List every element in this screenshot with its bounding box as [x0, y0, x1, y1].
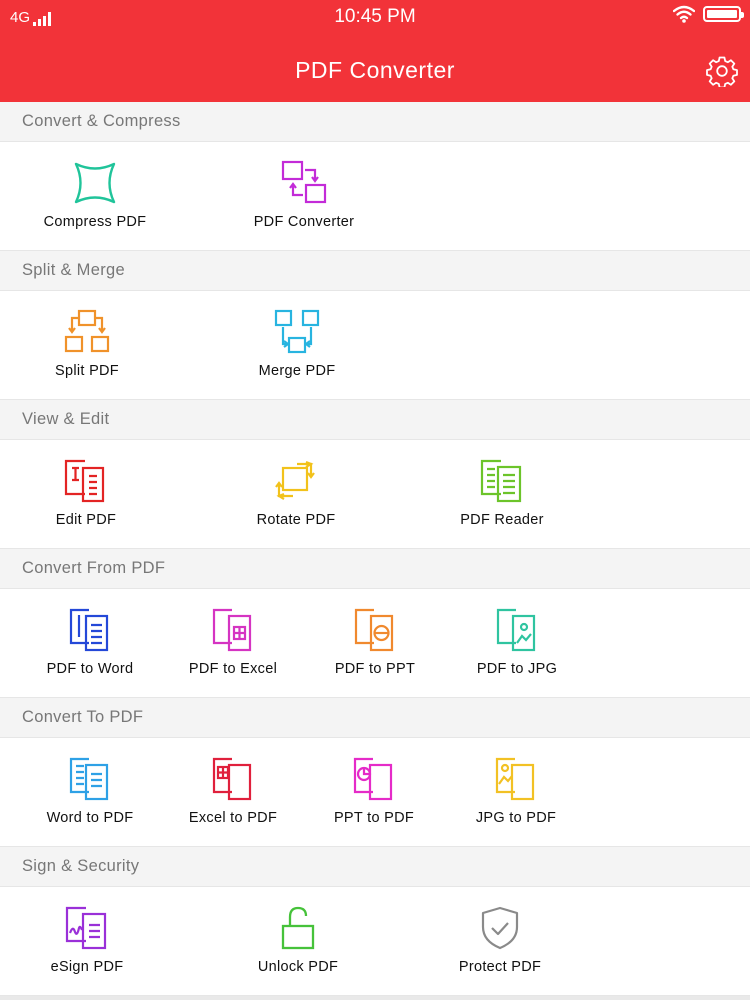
esign-pdf-tile[interactable]: eSign PDF — [12, 887, 162, 996]
edit-icon — [64, 459, 105, 503]
tool-sections: Convert & Compress Compress PDF PDF Conv… — [0, 102, 750, 996]
battery-icon — [703, 6, 744, 22]
unlock-pdf-tile[interactable]: Unlock PDF — [223, 887, 373, 996]
gear-icon — [706, 56, 738, 89]
tool-label: Unlock PDF — [257, 959, 339, 975]
tool-label: Rotate PDF — [256, 512, 336, 528]
excel-doc-icon — [212, 757, 252, 801]
excel-doc-icon — [212, 608, 252, 652]
section-header-convert-from-pdf: Convert From PDF — [0, 549, 750, 589]
app-header: 4G 10:45 PM PDF Converter — [0, 0, 750, 102]
tool-label: PDF to JPG — [476, 661, 558, 677]
status-time: 10:45 PM — [334, 6, 416, 27]
unlock-icon — [281, 906, 315, 950]
edit-pdf-tile[interactable]: Edit PDF — [11, 440, 161, 549]
word-doc-icon — [69, 757, 109, 801]
compress-icon — [74, 162, 116, 204]
ppt-doc-icon — [354, 608, 394, 652]
pdf-to-ppt-tile[interactable]: PDF to PPT — [300, 589, 450, 698]
ppt-to-pdf-tile[interactable]: PPT to PDF — [299, 738, 449, 847]
split-pdf-tile[interactable]: Split PDF — [12, 291, 162, 400]
rotate-pdf-tile[interactable]: Rotate PDF — [221, 440, 371, 549]
tool-label: Edit PDF — [55, 512, 117, 528]
word-to-pdf-tile[interactable]: Word to PDF — [15, 738, 165, 847]
section-sign-security: eSign PDF Unlock PDF Protect PDF — [0, 887, 750, 996]
page-title: PDF Converter — [295, 57, 455, 83]
tool-label: PDF to PPT — [334, 661, 416, 677]
tool-label: PPT to PDF — [333, 810, 415, 826]
tool-label: JPG to PDF — [475, 810, 557, 826]
section-header-view-edit: View & Edit — [0, 400, 750, 440]
section-header-convert-to-pdf: Convert To PDF — [0, 698, 750, 738]
signature-icon — [65, 906, 107, 950]
pdf-to-word-tile[interactable]: PDF to Word — [15, 589, 165, 698]
tool-label: Protect PDF — [458, 959, 542, 975]
tool-label: PDF Converter — [253, 214, 355, 230]
status-right — [673, 5, 744, 23]
excel-to-pdf-tile[interactable]: Excel to PDF — [158, 738, 308, 847]
section-header-convert-compress: Convert & Compress — [0, 102, 750, 142]
section-split-merge: Split PDF Merge PDF — [0, 291, 750, 400]
section-convert-compress: Compress PDF PDF Converter — [0, 142, 750, 251]
merge-icon — [274, 309, 320, 354]
pdf-to-jpg-tile[interactable]: PDF to JPG — [442, 589, 592, 698]
ppt-doc-icon — [353, 757, 393, 801]
jpg-to-pdf-tile[interactable]: JPG to PDF — [441, 738, 591, 847]
jpg-doc-icon — [496, 608, 536, 652]
tool-label: Excel to PDF — [188, 810, 278, 826]
settings-button[interactable] — [706, 55, 738, 89]
section-convert-from-pdf: PDF to Word PDF to Excel PDF to PPT PDF … — [0, 589, 750, 698]
split-icon — [64, 309, 110, 353]
word-doc-icon — [69, 608, 109, 652]
tool-label: eSign PDF — [50, 959, 124, 975]
tool-label: PDF to Word — [46, 661, 134, 677]
tool-label: PDF to Excel — [188, 661, 278, 677]
section-header-sign-security: Sign & Security — [0, 847, 750, 887]
bottom-edge — [0, 996, 750, 1000]
compress-pdf-tile[interactable]: Compress PDF — [20, 142, 170, 251]
reader-icon — [480, 459, 522, 503]
pdf-reader-tile[interactable]: PDF Reader — [427, 440, 577, 549]
tool-label: Merge PDF — [258, 363, 336, 379]
convert-icon — [281, 160, 327, 204]
tool-label: Split PDF — [55, 363, 119, 379]
merge-pdf-tile[interactable]: Merge PDF — [222, 291, 372, 400]
tool-label: PDF Reader — [460, 512, 544, 528]
jpg-doc-icon — [495, 757, 535, 801]
protect-pdf-tile[interactable]: Protect PDF — [425, 887, 575, 996]
tool-label: Word to PDF — [46, 810, 134, 826]
section-header-split-merge: Split & Merge — [0, 251, 750, 291]
tool-label: Compress PDF — [43, 214, 147, 230]
pdf-converter-tile[interactable]: PDF Converter — [229, 142, 379, 251]
section-convert-to-pdf: Word to PDF Excel to PDF PPT to PDF JPG … — [0, 738, 750, 847]
rotate-icon — [275, 460, 315, 500]
shield-check-icon — [481, 906, 519, 950]
pdf-to-excel-tile[interactable]: PDF to Excel — [158, 589, 308, 698]
wifi-icon — [673, 5, 695, 23]
section-view-edit: Edit PDF Rotate PDF PDF Reader — [0, 440, 750, 549]
